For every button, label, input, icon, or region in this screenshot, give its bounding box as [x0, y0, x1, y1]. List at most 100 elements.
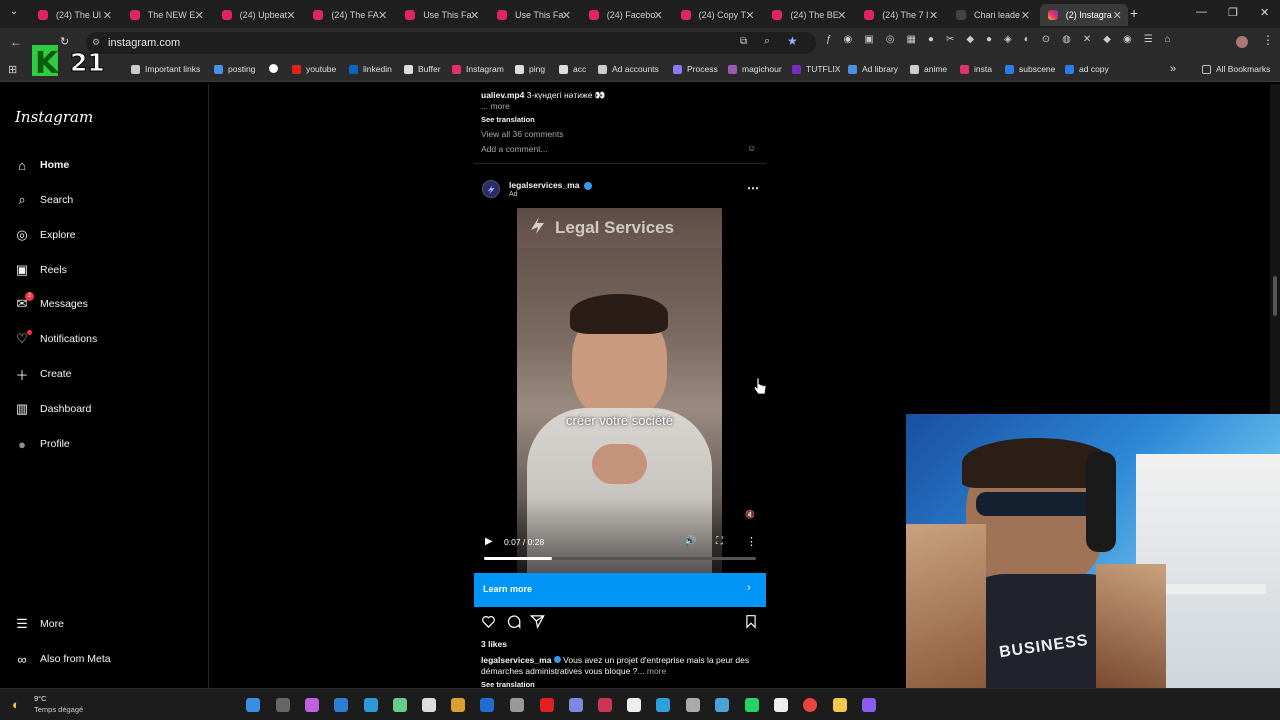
- outlook-icon[interactable]: [480, 698, 494, 712]
- cast-icon[interactable]: ⧉: [740, 36, 747, 47]
- browser-tab[interactable]: Use This Fa ✕: [397, 4, 485, 26]
- nav-item-reels[interactable]: ▣ Reels: [14, 262, 67, 278]
- nav-item-notifications[interactable]: ♡ Notifications: [14, 330, 97, 347]
- learn-more-button[interactable]: Learn more ›: [474, 573, 766, 607]
- bookmark-item[interactable]: linkedin: [349, 64, 392, 74]
- emoji-icon[interactable]: ☺: [747, 143, 756, 153]
- app-icon[interactable]: [334, 698, 348, 712]
- close-tab-icon[interactable]: ✕: [286, 9, 295, 22]
- extension-icons[interactable]: ƒ◉▣◎▦●✂◆●◈◐⊙◍✕◆◉☰⌂: [826, 34, 1183, 45]
- bookmark-item[interactable]: posting: [214, 64, 255, 74]
- bookmark-star-icon[interactable]: ★: [787, 34, 798, 48]
- close-tab-icon[interactable]: ✕: [103, 9, 112, 22]
- instagram-logo[interactable]: Instagram: [15, 108, 93, 126]
- browser-tab[interactable]: (24) Copy T ✕: [673, 4, 761, 26]
- volume-icon[interactable]: 🔊: [684, 536, 696, 547]
- app-icon[interactable]: [598, 698, 612, 712]
- caption-username[interactable]: legalservices_ma: [481, 655, 551, 665]
- close-tab-icon[interactable]: ✕: [1021, 9, 1030, 22]
- scrollbar-thumb[interactable]: [1273, 276, 1277, 316]
- nav-item-dashboard[interactable]: ▥ Dashboard: [14, 401, 92, 417]
- opera-icon[interactable]: [540, 698, 554, 712]
- bookmark-item[interactable]: subscene: [1005, 64, 1055, 74]
- nav-item-also-from-meta[interactable]: ∞ Also from Meta: [14, 651, 110, 667]
- post-options-icon[interactable]: ⋯: [747, 181, 759, 195]
- bookmarks-overflow-icon[interactable]: »: [1170, 63, 1176, 75]
- see-translation-link[interactable]: See translation: [481, 680, 535, 688]
- bookmark-item[interactable]: Ad accounts: [598, 64, 659, 74]
- browser-tab[interactable]: The NEW E ✕: [122, 4, 210, 26]
- post-video-player[interactable]: Legal Services créer votre société 🔇 ▶ 0…: [474, 208, 766, 574]
- bookmark-item[interactable]: ad copy: [1065, 64, 1109, 74]
- close-window-icon[interactable]: ✕: [1260, 6, 1269, 19]
- add-comment-input[interactable]: Add a comment...: [481, 144, 548, 154]
- like-heart-icon[interactable]: [481, 614, 496, 629]
- browser-tab[interactable]: (24) The Ul ✕: [30, 4, 118, 26]
- browser-tab[interactable]: (24) Upbeat ✕: [214, 4, 302, 26]
- weather-icon[interactable]: ◐: [12, 697, 20, 712]
- premiere-icon[interactable]: [862, 698, 876, 712]
- browser-tab[interactable]: (24) The BE ✕: [764, 4, 852, 26]
- share-icon[interactable]: [530, 614, 545, 629]
- bookmark-item[interactable]: Buffer: [404, 64, 441, 74]
- app-icon[interactable]: [393, 698, 407, 712]
- app-icon[interactable]: [569, 698, 583, 712]
- nav-item-profile[interactable]: ● Profile: [14, 436, 70, 452]
- fullscreen-icon[interactable]: ⛶: [716, 536, 723, 547]
- browser-tab[interactable]: Use This Fa ✕: [489, 4, 577, 26]
- close-tab-icon[interactable]: ✕: [378, 9, 387, 22]
- close-tab-icon[interactable]: ✕: [195, 9, 204, 22]
- play-icon[interactable]: ▶: [485, 536, 493, 547]
- file-explorer-icon[interactable]: [833, 698, 847, 712]
- nav-item-messages[interactable]: ✉ 2 Messages: [14, 292, 88, 312]
- bookmark-item[interactable]: Process: [673, 64, 718, 74]
- bookmark-item[interactable]: Instagram: [452, 64, 504, 74]
- browser-tab[interactable]: Chari leade ✕: [948, 4, 1036, 26]
- address-bar[interactable]: ⚙ instagram.com ⧉ ⌕ ★: [86, 32, 816, 54]
- minimize-icon[interactable]: —: [1196, 6, 1207, 18]
- store-icon[interactable]: [451, 698, 465, 712]
- bookmark-item[interactable]: acc: [559, 64, 586, 74]
- likes-count[interactable]: 3 likes: [481, 639, 507, 649]
- prev-post-username[interactable]: ualiev.mp4: [481, 90, 524, 100]
- prev-post-more[interactable]: ... more: [481, 101, 510, 111]
- whatsapp-icon[interactable]: [745, 698, 759, 712]
- app-icon[interactable]: [715, 698, 729, 712]
- tiktok-icon[interactable]: [627, 698, 641, 712]
- bookmark-item[interactable]: Ad library: [848, 64, 898, 74]
- close-tab-icon[interactable]: ✕: [470, 9, 479, 22]
- file-icon[interactable]: [422, 698, 436, 712]
- browser-tab[interactable]: (2) Instagra ✕: [1039, 4, 1128, 26]
- save-bookmark-icon[interactable]: [744, 614, 758, 629]
- telegram-icon[interactable]: [656, 698, 670, 712]
- browser-tab[interactable]: (24) The FA ✕: [305, 4, 393, 26]
- chrome-menu-icon[interactable]: ⋮: [1262, 33, 1274, 47]
- nav-item-explore[interactable]: ◎ Explore: [14, 227, 75, 243]
- task-view-icon[interactable]: [276, 698, 290, 712]
- close-tab-icon[interactable]: ✕: [562, 9, 571, 22]
- notion-icon[interactable]: [774, 698, 788, 712]
- browser-tab[interactable]: (24) Facebo ✕: [581, 4, 669, 26]
- zoom-icon[interactable]: ⌕: [764, 35, 770, 48]
- app-icon[interactable]: [686, 698, 700, 712]
- bookmark-item[interactable]: ping: [515, 64, 545, 74]
- view-comments-link[interactable]: View all 36 comments: [481, 129, 564, 139]
- bookmark-item[interactable]: anime: [910, 64, 947, 74]
- back-icon[interactable]: ←: [10, 35, 22, 49]
- bookmark-item[interactable]: TUTFLIX: [792, 64, 840, 74]
- bookmark-item[interactable]: youtube: [292, 64, 336, 74]
- windows-start-icon[interactable]: [246, 698, 260, 712]
- prev-see-translation[interactable]: See translation: [481, 115, 535, 124]
- maximize-icon[interactable]: ❐: [1228, 6, 1238, 19]
- all-bookmarks[interactable]: All Bookmarks: [1202, 64, 1270, 74]
- chrome-icon[interactable]: [803, 698, 817, 712]
- close-tab-icon[interactable]: ✕: [745, 9, 754, 22]
- post-username[interactable]: legalservices_ma: [509, 180, 579, 190]
- nav-item-search[interactable]: ⌕ Search: [14, 192, 73, 208]
- weather-temp[interactable]: 9°C: [34, 694, 47, 703]
- settings-icon[interactable]: [510, 698, 524, 712]
- comment-icon[interactable]: [506, 614, 521, 629]
- bookmark-item[interactable]: insta: [960, 64, 992, 74]
- close-tab-icon[interactable]: ✕: [837, 9, 846, 22]
- close-tab-icon[interactable]: ✕: [1113, 9, 1122, 22]
